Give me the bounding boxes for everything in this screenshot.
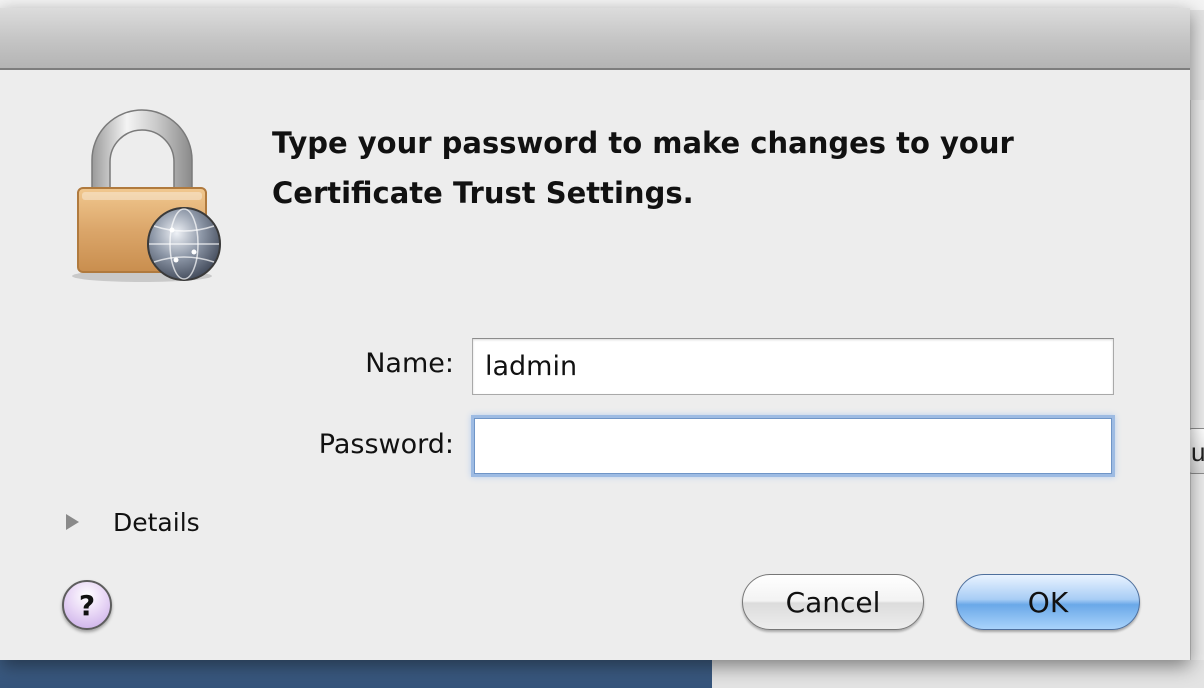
name-field[interactable]: ladmin xyxy=(472,338,1114,395)
background-right-panel xyxy=(1190,100,1204,660)
password-label: Password: xyxy=(318,429,454,460)
help-button[interactable]: ? xyxy=(62,580,112,630)
disclosure-triangle-icon[interactable] xyxy=(66,514,79,530)
help-question-icon: ? xyxy=(78,588,96,622)
cancel-button[interactable]: Cancel xyxy=(742,574,924,630)
ok-button-label: OK xyxy=(1027,585,1069,619)
details-disclosure[interactable]: Details xyxy=(66,506,200,538)
lock-globe-icon xyxy=(72,109,221,282)
details-label[interactable]: Details xyxy=(113,508,200,537)
dialog-message: Type your password to make changes to yo… xyxy=(272,126,1014,210)
name-label: Name: xyxy=(365,348,454,379)
password-field[interactable] xyxy=(474,418,1112,474)
background-partial-button[interactable]: u xyxy=(1188,428,1204,474)
background-dark-strip xyxy=(0,660,712,688)
ok-button[interactable]: OK xyxy=(956,574,1140,630)
cancel-button-label: Cancel xyxy=(785,585,881,619)
authentication-dialog: Type your password to make changes to yo… xyxy=(0,8,1190,660)
dialog-titlebar xyxy=(0,8,1190,70)
